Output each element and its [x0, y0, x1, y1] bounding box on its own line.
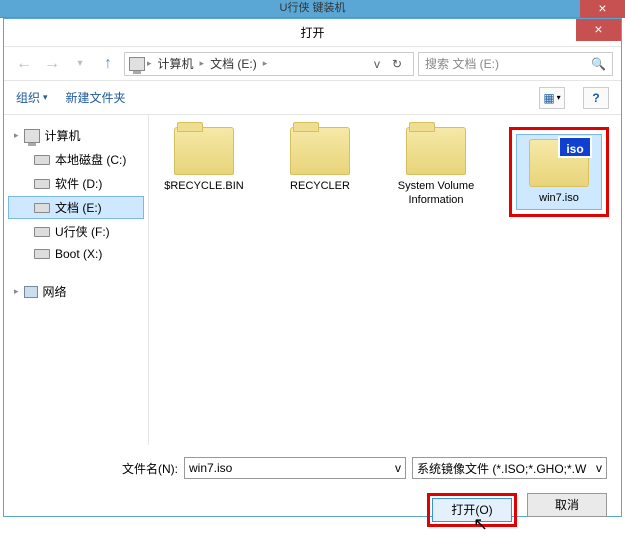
- file-type-filter[interactable]: 系统镜像文件 (*.ISO;*.GHO;*.W v: [412, 457, 607, 479]
- tree-label: 计算机: [45, 127, 81, 144]
- chevron-down-icon: ▾: [43, 92, 48, 103]
- help-button[interactable]: ?: [583, 87, 609, 109]
- file-list[interactable]: $RECYCLE.BIN RECYCLER System Volume Info…: [149, 115, 621, 445]
- address-bar[interactable]: ▸ 计算机 ▸ 文档 (E:) ▸ v ↻: [124, 52, 414, 76]
- new-folder-label: 新建文件夹: [66, 89, 126, 106]
- dialog-title: 打开: [300, 26, 324, 40]
- history-dropdown[interactable]: ▾: [68, 52, 92, 76]
- tree-drive-x[interactable]: Boot (X:): [8, 244, 144, 264]
- folder-icon: [406, 127, 466, 175]
- open-button-label: 打开(O): [451, 503, 492, 517]
- tree-network[interactable]: ▸ 网络: [8, 280, 144, 303]
- drive-icon: [34, 227, 50, 237]
- filename-value: win7.iso: [189, 461, 232, 475]
- drive-icon: [34, 249, 50, 259]
- tree-label: 网络: [43, 283, 67, 300]
- refresh-button[interactable]: ↻: [385, 57, 409, 71]
- tree-label: Boot (X:): [55, 247, 102, 261]
- help-icon: ?: [592, 91, 599, 105]
- expand-icon: ▸: [14, 130, 19, 141]
- drive-icon: [34, 203, 50, 213]
- sidebar-tree: ▸ 计算机 本地磁盘 (C:) 软件 (D:) 文档 (E:) U行侠 (F:)…: [4, 115, 149, 445]
- item-label: RECYCLER: [277, 179, 363, 193]
- tree-drive-f[interactable]: U行侠 (F:): [8, 220, 144, 243]
- tree-label: 本地磁盘 (C:): [55, 151, 126, 168]
- highlight-annotation: iso win7.iso: [509, 127, 609, 217]
- back-button[interactable]: ←: [12, 52, 36, 76]
- tree-label: U行侠 (F:): [55, 223, 110, 240]
- iso-badge: iso: [558, 136, 592, 158]
- folder-icon: [174, 127, 234, 175]
- breadcrumb-sep: ▸: [145, 58, 154, 69]
- breadcrumb-sep: ▸: [261, 58, 270, 69]
- view-icon: ▦: [543, 91, 554, 105]
- breadcrumb-sep: ▸: [198, 58, 207, 69]
- breadcrumb-current[interactable]: 文档 (E:): [206, 55, 261, 72]
- search-icon: 🔍: [591, 57, 606, 71]
- navigation-row: ← → ▾ ↑ ▸ 计算机 ▸ 文档 (E:) ▸ v ↻ 搜索 文档 (E:)…: [4, 47, 621, 81]
- item-label: System Volume Information: [393, 179, 479, 207]
- view-options-button[interactable]: ▦ ▾: [539, 87, 565, 109]
- bg-title: U行侠 键装机: [0, 0, 625, 16]
- organize-label: 组织: [16, 89, 40, 106]
- folder-item[interactable]: RECYCLER: [277, 127, 363, 193]
- tree-label: 文档 (E:): [55, 199, 102, 216]
- tree-drive-d[interactable]: 软件 (D:): [8, 172, 144, 195]
- up-button[interactable]: ↑: [96, 52, 120, 76]
- filename-row: 文件名(N): win7.iso v 系统镜像文件 (*.ISO;*.GHO;*…: [114, 457, 607, 479]
- tree-computer[interactable]: ▸ 计算机: [8, 124, 144, 147]
- folder-icon: [290, 127, 350, 175]
- drive-icon: [34, 179, 50, 189]
- highlight-annotation: 打开(O) ↖: [427, 493, 517, 527]
- chevron-down-icon: ▾: [557, 93, 561, 102]
- network-icon: [24, 286, 38, 298]
- tree-label: 软件 (D:): [55, 175, 102, 192]
- cancel-button[interactable]: 取消: [527, 493, 607, 517]
- search-input[interactable]: 搜索 文档 (E:) 🔍: [418, 52, 613, 76]
- background-window-titlebar: U行侠 键装机: [0, 0, 625, 18]
- chevron-down-icon: v: [395, 461, 401, 475]
- dialog-bottom: 文件名(N): win7.iso v 系统镜像文件 (*.ISO;*.GHO;*…: [4, 445, 621, 539]
- chevron-down-icon: v: [596, 461, 602, 475]
- forward-button[interactable]: →: [40, 52, 64, 76]
- computer-icon: [24, 129, 40, 143]
- new-folder-button[interactable]: 新建文件夹: [66, 89, 126, 106]
- tree-drive-e[interactable]: 文档 (E:): [8, 196, 144, 219]
- computer-icon: [129, 57, 145, 71]
- bg-close-button[interactable]: ×: [580, 0, 625, 18]
- folder-item[interactable]: $RECYCLE.BIN: [161, 127, 247, 193]
- item-label: $RECYCLE.BIN: [161, 179, 247, 193]
- iso-file-icon: iso: [529, 139, 589, 187]
- search-placeholder: 搜索 文档 (E:): [425, 55, 499, 72]
- toolbar: 组织 ▾ 新建文件夹 ▦ ▾ ?: [4, 81, 621, 115]
- open-button[interactable]: 打开(O) ↖: [432, 498, 512, 522]
- address-dropdown[interactable]: v: [369, 57, 385, 71]
- open-file-dialog: 打开 × ← → ▾ ↑ ▸ 计算机 ▸ 文档 (E:) ▸ v ↻ 搜索 文档…: [3, 18, 622, 517]
- file-item-selected[interactable]: iso win7.iso: [516, 134, 602, 210]
- breadcrumb-computer[interactable]: 计算机: [154, 55, 198, 72]
- organize-menu[interactable]: 组织 ▾: [16, 89, 48, 106]
- dialog-titlebar: 打开 ×: [4, 19, 621, 47]
- tree-drive-c[interactable]: 本地磁盘 (C:): [8, 148, 144, 171]
- filter-text: 系统镜像文件 (*.ISO;*.GHO;*.W: [417, 460, 586, 477]
- folder-item[interactable]: System Volume Information: [393, 127, 479, 207]
- button-row: 打开(O) ↖ 取消: [114, 493, 607, 527]
- filename-input[interactable]: win7.iso v: [184, 457, 406, 479]
- content-area: ▸ 计算机 本地磁盘 (C:) 软件 (D:) 文档 (E:) U行侠 (F:)…: [4, 115, 621, 445]
- item-label: win7.iso: [519, 191, 599, 205]
- dialog-close-button[interactable]: ×: [576, 19, 621, 41]
- drive-icon: [34, 155, 50, 165]
- filename-label: 文件名(N):: [114, 460, 178, 477]
- expand-icon: ▸: [14, 286, 19, 297]
